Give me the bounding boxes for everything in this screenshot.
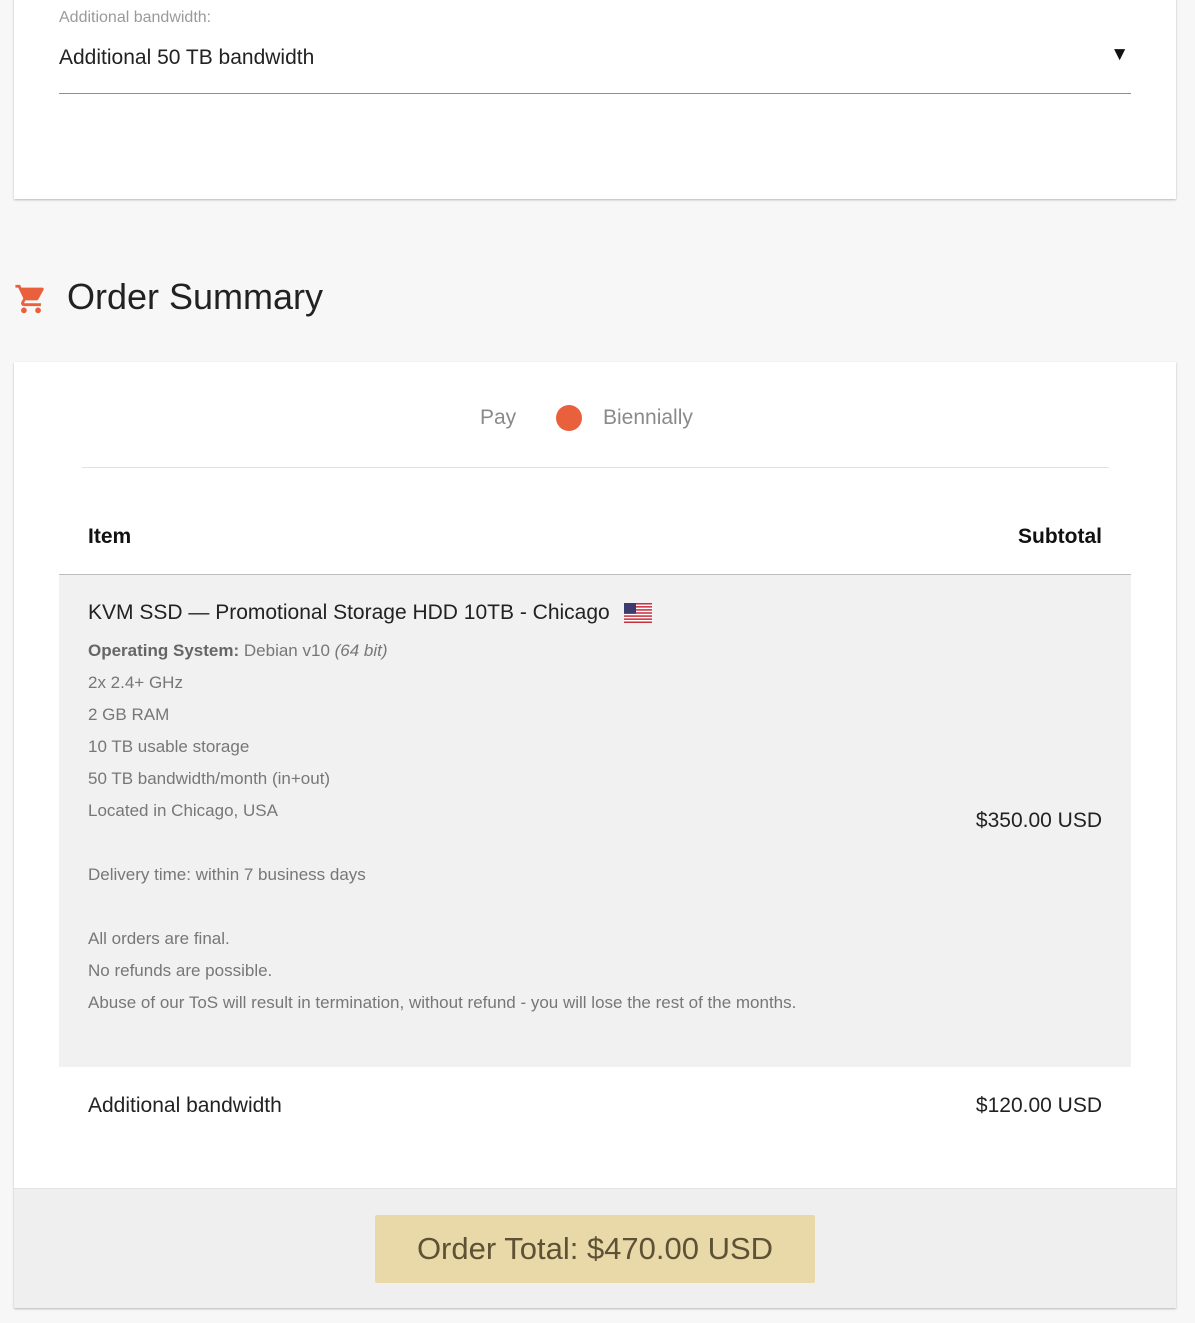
billing-pay-label[interactable]: Pay (480, 406, 516, 430)
spec-line: 10 TB usable storage (88, 737, 250, 756)
table-row-addon: Additional bandwidth $120.00 USD (59, 1067, 1131, 1145)
table-row-product: KVM SSD — Promotional Storage HDD 10TB -… (59, 575, 1131, 1067)
addon-name: Additional bandwidth (88, 1094, 282, 1117)
configuration-card: Additional bandwidth: Additional 50 TB b… (14, 0, 1176, 199)
product-subtotal: $350.00 USD (975, 809, 1102, 832)
spec-line: 50 TB bandwidth/month (in+out) (88, 769, 331, 788)
os-label: Operating System: (88, 641, 240, 660)
billing-cycle-indicator[interactable] (556, 405, 582, 431)
os-arch: (64 bit) (334, 641, 388, 660)
caret-down-icon: ▼ (1110, 44, 1129, 65)
product-description: Operating System: Debian v10 (64 bit) 2x… (88, 635, 808, 1019)
billing-cycle-toggle: Pay Biennially (14, 402, 1176, 436)
shopping-cart-icon (15, 284, 44, 314)
divider (82, 467, 1109, 468)
order-total-button[interactable]: Order Total: $470.00 USD (375, 1215, 815, 1283)
terms-line: Abuse of our ToS will result in terminat… (88, 993, 797, 1012)
additional-bandwidth-select[interactable]: Additional 50 TB bandwidth ▼ (59, 36, 1131, 94)
page-title: Order Summary (67, 276, 324, 317)
us-flag-icon (624, 603, 652, 623)
terms-line: All orders are final. (88, 929, 230, 948)
column-header-item: Item (88, 525, 132, 548)
additional-bandwidth-label: Additional bandwidth: (59, 9, 212, 26)
spec-line: 2x 2.4+ GHz (88, 673, 183, 692)
terms-line: No refunds are possible. (88, 961, 273, 980)
order-summary-card: Pay Biennially Item Subtotal KVM SSD — P… (14, 362, 1176, 1308)
order-total-bar: Order Total: $470.00 USD (14, 1188, 1176, 1308)
column-header-subtotal: Subtotal (1018, 525, 1102, 548)
os-line: Operating System: Debian v10 (64 bit) (88, 635, 808, 667)
spec-line: 2 GB RAM (88, 705, 170, 724)
billing-period-label[interactable]: Biennially (603, 406, 693, 430)
os-value: Debian v10 (243, 641, 330, 660)
additional-bandwidth-value: Additional 50 TB bandwidth (59, 46, 315, 69)
delivery-line: Delivery time: within 7 business days (88, 865, 366, 884)
addon-subtotal: $120.00 USD (975, 1094, 1102, 1117)
spec-line: Located in Chicago, USA (88, 801, 278, 820)
product-name: KVM SSD — Promotional Storage HDD 10TB -… (88, 601, 610, 624)
